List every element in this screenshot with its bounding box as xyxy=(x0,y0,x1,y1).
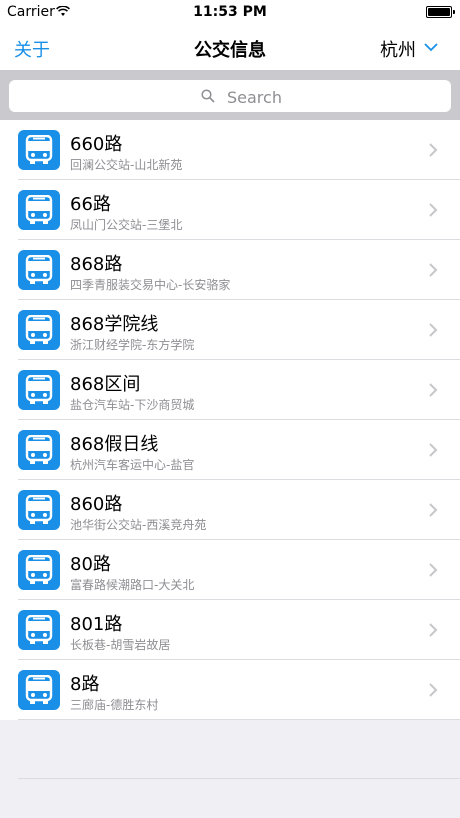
search-bar xyxy=(0,71,460,120)
route-row[interactable]: 660路 回澜公交站-山北新苑 xyxy=(0,120,460,180)
chevron-right-icon xyxy=(429,263,438,277)
route-row[interactable]: 8路 三廊庙-德胜东村 xyxy=(0,660,460,720)
route-stops: 富春路候潮路口-大关北 xyxy=(70,578,195,592)
status-bar: Carrier 11:53 PM xyxy=(0,0,460,24)
bus-icon xyxy=(18,190,60,230)
divider xyxy=(18,778,460,779)
chevron-right-icon xyxy=(429,683,438,697)
route-row[interactable]: 80路 富春路候潮路口-大关北 xyxy=(0,540,460,600)
route-stops: 回澜公交站-山北新苑 xyxy=(70,158,183,172)
route-row[interactable]: 801路 长板巷-胡雪岩故居 xyxy=(0,600,460,660)
route-row[interactable]: 868区间 盐仓汽车站-下沙商贸城 xyxy=(0,360,460,420)
city-selector[interactable]: 杭州 xyxy=(380,36,416,62)
search-icon xyxy=(201,89,215,103)
chevron-right-icon xyxy=(429,503,438,517)
chevron-right-icon xyxy=(429,323,438,337)
battery-icon xyxy=(426,6,455,18)
route-stops: 浙江财经学院-东方学院 xyxy=(70,338,195,352)
bus-icon xyxy=(18,430,60,470)
search-field[interactable] xyxy=(9,80,451,112)
bus-icon xyxy=(18,490,60,530)
route-stops: 三廊庙-德胜东村 xyxy=(70,698,159,712)
route-name: 660路 xyxy=(70,134,123,155)
bus-icon xyxy=(18,670,60,710)
route-stops: 盐仓汽车站-下沙商贸城 xyxy=(70,398,195,412)
route-stops: 池华街公交站-西溪竞舟苑 xyxy=(70,518,207,532)
route-list: 660路 回澜公交站-山北新苑 66路 凤山门公交站-三堡北 868路 四季青服… xyxy=(0,120,460,720)
clock: 11:53 PM xyxy=(193,4,267,20)
route-name: 8路 xyxy=(70,674,100,695)
route-row[interactable]: 66路 凤山门公交站-三堡北 xyxy=(0,180,460,240)
route-name: 66路 xyxy=(70,194,111,215)
route-name: 868路 xyxy=(70,254,123,275)
navigation-bar: 关于 公交信息 杭州 xyxy=(0,24,460,71)
route-name: 860路 xyxy=(70,494,123,515)
bus-icon xyxy=(18,550,60,590)
chevron-right-icon xyxy=(429,563,438,577)
route-row[interactable]: 868路 四季青服装交易中心-长安骆家 xyxy=(0,240,460,300)
route-row[interactable]: 868假日线 杭州汽车客运中心-盐官 xyxy=(0,420,460,480)
chevron-right-icon xyxy=(429,383,438,397)
route-stops: 杭州汽车客运中心-盐官 xyxy=(70,458,195,472)
route-name: 801路 xyxy=(70,614,123,635)
bus-icon xyxy=(18,610,60,650)
chevron-right-icon xyxy=(429,623,438,637)
bus-icon xyxy=(18,370,60,410)
route-row[interactable]: 860路 池华街公交站-西溪竞舟苑 xyxy=(0,480,460,540)
route-name: 868学院线 xyxy=(70,314,159,335)
route-name: 80路 xyxy=(70,554,111,575)
route-stops: 长板巷-胡雪岩故居 xyxy=(70,638,171,652)
row-divider xyxy=(18,719,460,720)
route-row[interactable]: 868学院线 浙江财经学院-东方学院 xyxy=(0,300,460,360)
route-stops: 凤山门公交站-三堡北 xyxy=(70,218,183,232)
route-name: 868区间 xyxy=(70,374,141,395)
chevron-right-icon xyxy=(429,143,438,157)
bus-icon xyxy=(18,310,60,350)
chevron-right-icon xyxy=(429,203,438,217)
route-name: 868假日线 xyxy=(70,434,159,455)
bus-icon xyxy=(18,250,60,290)
bus-icon xyxy=(18,130,60,170)
route-stops: 四季青服装交易中心-长安骆家 xyxy=(70,278,231,292)
search-input[interactable] xyxy=(225,86,379,108)
chevron-right-icon xyxy=(429,443,438,457)
chevron-down-icon[interactable] xyxy=(424,42,438,52)
